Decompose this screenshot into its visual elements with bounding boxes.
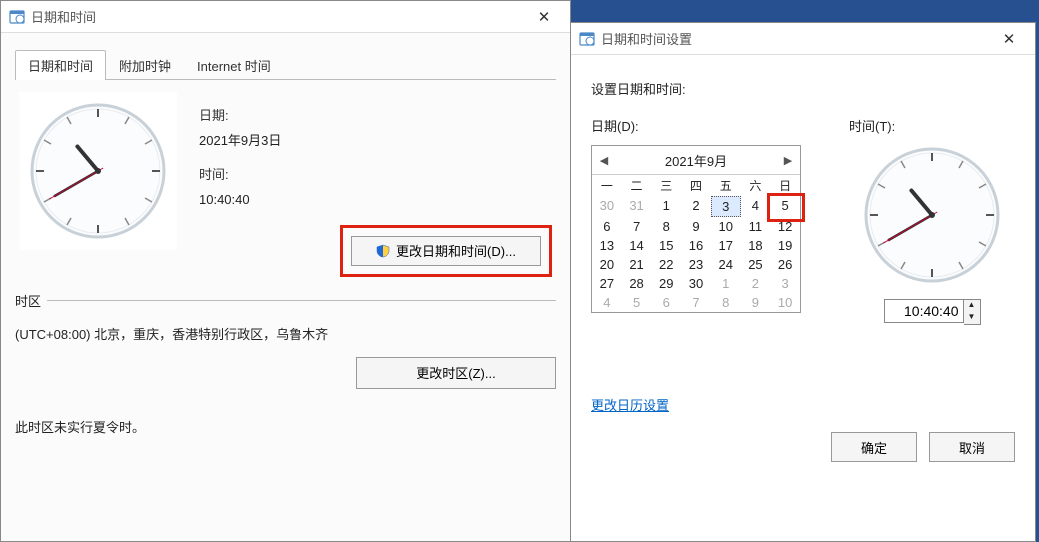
calendar-day[interactable]: 17 [711,236,741,255]
calendar-day[interactable]: 7 [622,217,652,236]
calendar-day[interactable]: 1 [711,274,741,293]
ok-button[interactable]: 确定 [831,432,917,462]
calendar-day[interactable]: 16 [681,236,711,255]
calendar-day[interactable]: 13 [592,236,622,255]
titlebar[interactable]: 日期和时间设置 ✕ [571,23,1035,55]
spin-up-button[interactable]: ▲ [964,300,980,312]
calendar-dow: 五 [711,174,741,196]
analog-clock [862,145,1002,285]
calendar-day[interactable]: 10 [770,293,800,312]
tab-strip: 日期和时间 附加时钟 Internet 时间 [15,49,556,80]
calendar-day[interactable]: 6 [592,217,622,236]
heading: 设置日期和时间: [591,79,1015,98]
calendar-day[interactable]: 2 [681,196,711,217]
datetime-icon [9,9,25,25]
calendar-day[interactable]: 31 [622,196,652,217]
calendar-day[interactable]: 23 [681,255,711,274]
calendar-day[interactable]: 8 [711,293,741,312]
timezone-header: 时区 [15,291,41,310]
shield-icon [376,244,390,258]
calendar-day[interactable]: 22 [651,255,681,274]
calendar-day[interactable]: 5 [770,196,800,217]
calendar-day[interactable]: 26 [770,255,800,274]
calendar-day[interactable]: 1 [651,196,681,217]
calendar-day[interactable]: 20 [592,255,622,274]
calendar-dow: 一 [592,174,622,196]
calendar-day[interactable]: 19 [770,236,800,255]
cancel-button[interactable]: 取消 [929,432,1015,462]
calendar-dow: 二 [622,174,652,196]
calendar-day[interactable]: 11 [741,217,771,236]
dst-note: 此时区未实行夏令时。 [15,417,556,436]
calendar-day[interactable]: 9 [681,217,711,236]
spin-down-button[interactable]: ▼ [964,312,980,324]
calendar[interactable]: ◀ 2021年9月 ▶ 一二三四五六日 30311234567891011121… [591,145,801,313]
time-field-label: 时间(T): [849,116,1015,135]
calendar-dow: 四 [681,174,711,196]
titlebar[interactable]: 日期和时间 ✕ [1,1,570,33]
calendar-day[interactable]: 10 [711,217,741,236]
calendar-dow: 三 [651,174,681,196]
calendar-day[interactable]: 3 [711,196,741,217]
window-title: 日期和时间设置 [601,29,987,48]
calendar-day[interactable]: 15 [651,236,681,255]
datetime-icon [579,31,595,47]
calendar-day[interactable]: 14 [622,236,652,255]
calendar-month-label[interactable]: 2021年9月 [616,151,776,170]
calendar-dow: 日 [770,174,800,196]
calendar-day[interactable]: 25 [741,255,771,274]
calendar-day[interactable]: 7 [681,293,711,312]
calendar-day[interactable]: 9 [741,293,771,312]
datetime-window: 日期和时间 ✕ 日期和时间 附加时钟 Internet 时间 日期: 2021年… [0,0,571,542]
calendar-day[interactable]: 24 [711,255,741,274]
time-label: 时间: [199,163,552,188]
calendar-day[interactable]: 3 [770,274,800,293]
calendar-dow: 六 [741,174,771,196]
next-month-button[interactable]: ▶ [776,154,800,167]
time-spinner[interactable]: ▲ ▼ [964,299,981,325]
calendar-day[interactable]: 27 [592,274,622,293]
change-datetime-button[interactable]: 更改日期和时间(D)... [351,236,541,266]
calendar-day[interactable]: 30 [592,196,622,217]
change-datetime-label: 更改日期和时间(D)... [396,241,516,260]
tab-datetime[interactable]: 日期和时间 [15,50,106,80]
calendar-day[interactable]: 21 [622,255,652,274]
calendar-day[interactable]: 30 [681,274,711,293]
calendar-day[interactable]: 6 [651,293,681,312]
calendar-day[interactable]: 29 [651,274,681,293]
close-button[interactable]: ✕ [522,2,566,32]
calendar-day[interactable]: 28 [622,274,652,293]
change-timezone-button[interactable]: 更改时区(Z)... [356,357,556,389]
divider [47,300,556,301]
calendar-day[interactable]: 4 [741,196,771,217]
calendar-settings-link[interactable]: 更改日历设置 [591,395,669,414]
prev-month-button[interactable]: ◀ [592,154,616,167]
date-label: 日期: [199,104,552,129]
calendar-day[interactable]: 4 [592,293,622,312]
datetime-settings-window: 日期和时间设置 ✕ 设置日期和时间: 日期(D): ◀ 2021年9月 ▶ 一二… [570,22,1036,542]
time-value: 10:40:40 [199,188,552,213]
calendar-day[interactable]: 2 [741,274,771,293]
date-value: 2021年9月3日 [199,129,552,154]
tab-additional-clocks[interactable]: 附加时钟 [106,50,184,80]
close-button[interactable]: ✕ [987,24,1031,54]
calendar-day[interactable]: 5 [622,293,652,312]
calendar-day[interactable]: 18 [741,236,771,255]
timezone-value: (UTC+08:00) 北京，重庆，香港特别行政区，乌鲁木齐 [15,324,556,343]
analog-clock [19,92,177,250]
calendar-day[interactable]: 12 [770,217,800,236]
highlight-change-datetime: 更改日期和时间(D)... [340,225,552,277]
date-field-label: 日期(D): [591,116,809,135]
window-title: 日期和时间 [31,7,522,26]
calendar-day[interactable]: 8 [651,217,681,236]
tab-internet-time[interactable]: Internet 时间 [184,50,284,80]
time-input[interactable] [884,299,964,323]
